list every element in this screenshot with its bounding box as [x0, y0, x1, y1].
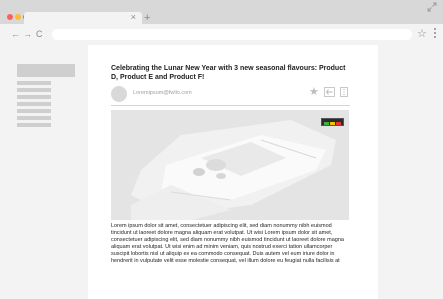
reply-button[interactable] [324, 87, 335, 97]
reply-arrow-icon [325, 89, 333, 95]
browser-window: × + ← → C ☆ Celebrating the Lunar New Ye… [0, 0, 443, 299]
forward-arrow-icon[interactable]: → [23, 29, 32, 39]
sender-email: Loremipsum@fwllo.com [133, 90, 192, 96]
email-subject: Celebrating the Lunar New Year with 3 ne… [111, 65, 346, 81]
back-arrow-icon[interactable]: ← [11, 29, 20, 39]
sidebar-item-placeholder[interactable] [17, 123, 51, 127]
tab-bar: × + [0, 0, 443, 24]
sidebar-item-placeholder[interactable] [17, 95, 51, 99]
sidebar-header-placeholder [17, 64, 75, 77]
sender-avatar [111, 86, 127, 102]
minimize-window-dot[interactable] [15, 14, 21, 20]
sidebar-item-placeholder[interactable] [17, 109, 51, 113]
expand-icon[interactable] [427, 2, 437, 12]
more-dots-icon [343, 88, 345, 96]
new-tab-icon[interactable]: + [144, 12, 150, 24]
bookmark-star-icon[interactable]: ☆ [417, 28, 427, 40]
sidebar-item-placeholder[interactable] [17, 88, 51, 92]
product-hero-image [111, 110, 349, 220]
email-body-text: Lorem ipsum dolor sit amet, consectetuer… [111, 223, 344, 264]
reload-icon[interactable]: C [36, 29, 43, 39]
active-tab[interactable]: × [24, 12, 142, 24]
sidebar-item-placeholder[interactable] [17, 81, 51, 85]
header-divider [111, 105, 350, 106]
brand-logo [321, 118, 344, 126]
product-packaging-illustration [111, 110, 349, 220]
star-icon[interactable]: ★ [309, 86, 319, 98]
more-options-button[interactable] [340, 87, 348, 97]
close-window-dot[interactable] [7, 14, 13, 20]
sidebar-item-placeholder[interactable] [17, 102, 51, 106]
address-bar[interactable] [52, 29, 412, 40]
tab-close-icon[interactable]: × [131, 11, 136, 23]
menu-kebab-icon[interactable] [433, 27, 437, 41]
sidebar-item-placeholder[interactable] [17, 116, 51, 120]
